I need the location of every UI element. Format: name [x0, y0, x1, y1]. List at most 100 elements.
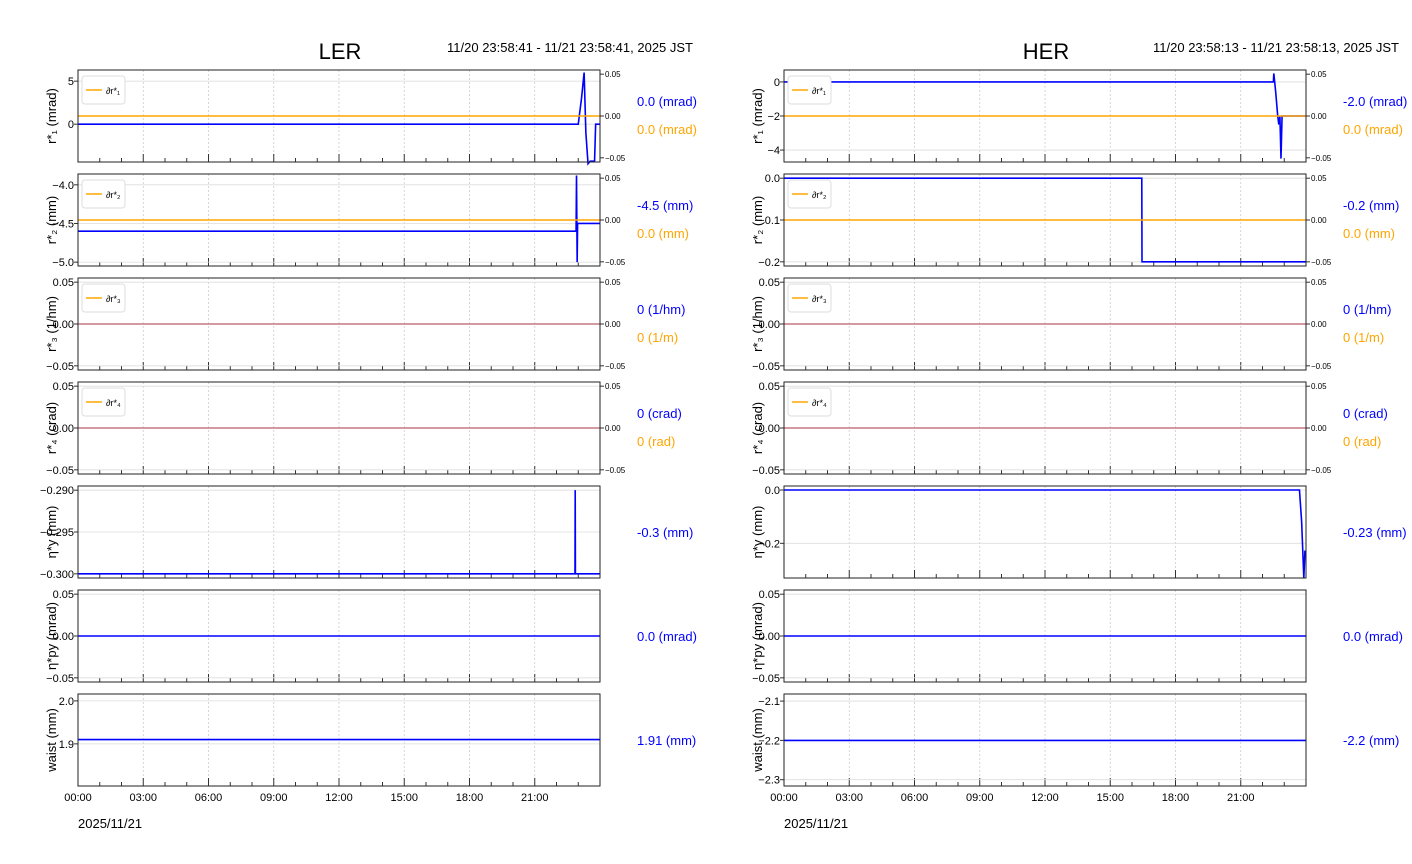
panel-r3: 0.050.00−0.050.050.00−0.05∂r*₃r*₃ (1/hm)…: [44, 277, 685, 373]
value-label: -4.5 (mm): [637, 198, 693, 213]
y-tick-label: −5.0: [52, 257, 74, 269]
value-label: -2.2 (mm): [1343, 733, 1399, 748]
x-tick-label: 12:00: [325, 792, 353, 804]
value-label: 0 (1/hm): [637, 302, 685, 317]
y-tick-label: −4.0: [52, 180, 74, 192]
x-tick-label: 00:00: [64, 792, 92, 804]
y-tick-label: −0.05: [752, 361, 780, 373]
y2-tick-label: 0.00: [605, 112, 621, 121]
x-tick-label: 18:00: [1162, 792, 1190, 804]
y-axis-label: r*₁ (mrad): [44, 88, 59, 144]
y2-tick-label: −0.05: [605, 362, 626, 371]
y-tick-label: 0.05: [759, 589, 780, 601]
value-label: 0.0 (mrad): [637, 629, 697, 644]
panel-eta_py: 0.050.00−0.05η*py (mrad) 0.0 (mrad): [750, 589, 1403, 685]
panel-eta_y: 0.0−0.2η*y (mm) -0.23 (mm): [750, 485, 1407, 579]
y-tick-label: 2.0: [59, 696, 74, 708]
y-axis-label: r*₂ (mm): [750, 196, 765, 244]
value-label: 0 (1/m): [1343, 330, 1384, 345]
y-axis-label: η*y (mm): [44, 506, 59, 559]
y-tick-label: −2: [767, 111, 780, 123]
y-tick-label: −4: [767, 145, 780, 157]
y-axis-label: r*₄ (crad): [750, 402, 765, 454]
value-label: 0 (crad): [637, 406, 682, 421]
time-range: 11/20 23:58:13 - 11/21 23:58:13, 2025 JS…: [1153, 40, 1399, 55]
y-tick-label: −0.05: [46, 361, 74, 373]
beam-parameter-dashboard: LER 11/20 23:58:41 - 11/21 23:58:41, 2025…: [0, 0, 1412, 864]
y-tick-label: 1.9: [59, 739, 74, 751]
value-label: 0.0 (mrad): [1343, 629, 1403, 644]
y-axis-label: r*₃ (1/hm): [750, 296, 765, 352]
x-tick-label: 12:00: [1031, 792, 1059, 804]
y2-tick-label: −0.05: [1311, 154, 1332, 163]
y2-tick-label: 0.05: [605, 70, 621, 79]
y-tick-label: 0.05: [759, 277, 780, 289]
value-label: 0 (rad): [637, 434, 675, 449]
y-tick-label: 0.0: [765, 485, 780, 497]
x-tick-label: 21:00: [521, 792, 549, 804]
x-tick-label: 06:00: [901, 792, 929, 804]
legend-label: ∂r*₃: [812, 294, 827, 304]
y2-tick-label: 0.00: [1311, 112, 1327, 121]
value-label: 0.0 (mrad): [637, 122, 697, 137]
x-tick-label: 09:00: [260, 792, 288, 804]
legend-label: ∂r*₃: [106, 294, 121, 304]
legend: ∂r*₁: [81, 75, 126, 105]
y2-tick-label: 0.05: [1311, 174, 1327, 183]
value-label: 0.0 (mrad): [1343, 122, 1403, 137]
panel-eta_py: 0.050.00−0.05η*py (mrad) 0.0 (mrad): [44, 589, 697, 685]
x-tick-label: 03:00: [129, 792, 157, 804]
panel-r3: 0.050.00−0.050.050.00−0.05∂r*₃r*₃ (1/hm)…: [750, 277, 1391, 373]
y-tick-label: −0.05: [752, 673, 780, 685]
y-tick-label: 0.05: [759, 381, 780, 393]
value-label: 0.0 (mm): [1343, 226, 1395, 241]
y2-tick-label: −0.05: [1311, 466, 1332, 475]
panel-waist: 2.0 1.9waist (mm) 1.91 (mm) 00:00 03:00 06:00…: [44, 693, 696, 804]
legend-label: ∂r*₁: [812, 86, 826, 96]
y2-tick-label: 0.00: [605, 424, 621, 433]
legend: ∂r*₄: [787, 387, 832, 417]
y2-tick-label: −0.05: [1311, 362, 1332, 371]
y2-tick-label: 0.05: [605, 174, 621, 183]
x-tick-label: 18:00: [456, 792, 484, 804]
legend: ∂r*₃: [787, 283, 832, 313]
y-tick-label: 0: [68, 119, 74, 131]
x-tick-label: 21:00: [1227, 792, 1255, 804]
y2-tick-label: 0.05: [605, 382, 621, 391]
y2-tick-label: 0.05: [1311, 70, 1327, 79]
y-axis-label: η*py (mrad): [44, 602, 59, 670]
legend-label: ∂r*₂: [106, 190, 121, 200]
panel-r2: −4.0−4.5−5.00.050.00−0.05∂r*₂r*₂ (mm) -4.…: [44, 173, 693, 269]
y2-tick-label: −0.05: [1311, 258, 1332, 267]
y-tick-label: 0: [774, 77, 780, 89]
y-tick-label: −0.290: [40, 485, 74, 497]
y-axis-label: η*y (mm): [750, 506, 765, 559]
panel-r4: 0.050.00−0.050.050.00−0.05∂r*₄r*₄ (crad)…: [750, 381, 1388, 477]
panel-r4: 0.050.00−0.050.050.00−0.05∂r*₄r*₄ (crad)…: [44, 381, 682, 477]
chart-ler: LER 11/20 23:58:41 - 11/21 23:58:41, 2025…: [40, 39, 697, 831]
panel-r1: 0 −2 −4 0.05 0.00 −0.05 ∂r*₁ r*₁ (mrad) -2.0 (mr…: [750, 69, 1407, 163]
chart-title: LER: [319, 39, 362, 64]
y-axis-label: waist (mm): [44, 708, 59, 773]
legend: ∂r*₄: [81, 387, 126, 417]
x-tick-label: 03:00: [835, 792, 863, 804]
y-tick-label: 0.05: [53, 277, 74, 289]
date-label: 2025/11/21: [784, 816, 848, 831]
y-tick-label: −0.300: [40, 569, 74, 581]
x-tick-label: 00:00: [770, 792, 798, 804]
value-label: 0 (1/m): [637, 330, 678, 345]
y-axis-label: r*₃ (1/hm): [44, 296, 59, 352]
legend: ∂r*₂: [787, 179, 832, 209]
y2-tick-label: 0.00: [1311, 320, 1327, 329]
legend: ∂r*₃: [81, 283, 126, 313]
value-label: 0 (1/hm): [1343, 302, 1391, 317]
legend-label: ∂r*₂: [812, 190, 827, 200]
y-axis-label: waist (mm): [750, 708, 765, 773]
panel-r2: 0.0−0.1−0.20.050.00−0.05∂r*₂r*₂ (mm) -0.2…: [750, 173, 1399, 269]
legend: ∂r*₁: [787, 75, 832, 105]
value-label: 0.0 (mrad): [637, 94, 697, 109]
y-tick-label: 0.0: [765, 173, 780, 185]
chart-canvas: LER 11/20 23:58:41 - 11/21 23:58:41, 2025…: [40, 39, 1407, 831]
x-tick-label: 15:00: [390, 792, 418, 804]
y-tick-label: −2.1: [758, 696, 780, 708]
